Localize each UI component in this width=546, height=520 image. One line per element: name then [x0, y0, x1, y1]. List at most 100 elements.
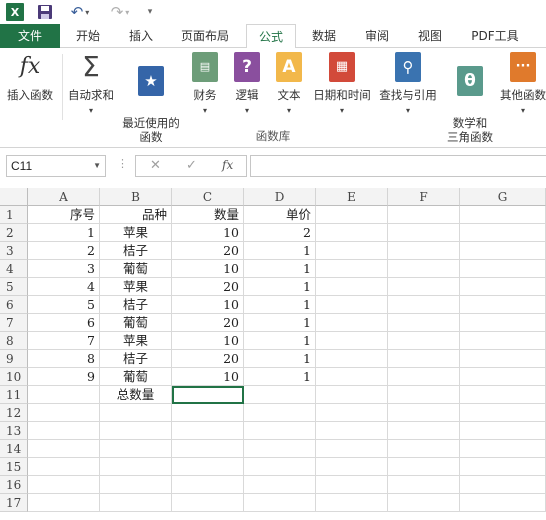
column-header-b[interactable]: B: [100, 188, 172, 206]
cell-f4[interactable]: [388, 260, 460, 278]
cell-f12[interactable]: [388, 404, 460, 422]
cell-b9[interactable]: 桔子: [100, 350, 172, 368]
cell-c13[interactable]: [172, 422, 244, 440]
row-header-14[interactable]: 14: [0, 440, 28, 458]
cell-g9[interactable]: [460, 350, 546, 368]
cell-f6[interactable]: [388, 296, 460, 314]
cell-c16[interactable]: [172, 476, 244, 494]
row-header-15[interactable]: 15: [0, 458, 28, 476]
row-header-1[interactable]: 1: [0, 206, 28, 224]
cell-c15[interactable]: [172, 458, 244, 476]
column-header-g[interactable]: G: [460, 188, 546, 206]
cell-d5[interactable]: 1: [244, 278, 316, 296]
cell-c9[interactable]: 20: [172, 350, 244, 368]
cell-d12[interactable]: [244, 404, 316, 422]
cell-b16[interactable]: [100, 476, 172, 494]
cell-e12[interactable]: [316, 404, 388, 422]
enter-icon[interactable]: ✓: [186, 158, 197, 173]
row-header-16[interactable]: 16: [0, 476, 28, 494]
cell-b7[interactable]: 葡萄: [100, 314, 172, 332]
cell-g10[interactable]: [460, 368, 546, 386]
cell-e14[interactable]: [316, 440, 388, 458]
cell-a16[interactable]: [28, 476, 100, 494]
cell-a4[interactable]: 3: [28, 260, 100, 278]
cell-c12[interactable]: [172, 404, 244, 422]
cell-g7[interactable]: [460, 314, 546, 332]
cell-e13[interactable]: [316, 422, 388, 440]
select-all-corner[interactable]: [0, 188, 28, 206]
cell-a1[interactable]: 序号: [28, 206, 100, 224]
cell-e17[interactable]: [316, 494, 388, 512]
cell-e15[interactable]: [316, 458, 388, 476]
cell-e7[interactable]: [316, 314, 388, 332]
tab-review[interactable]: 审阅: [352, 24, 402, 48]
cell-g5[interactable]: [460, 278, 546, 296]
cell-d15[interactable]: [244, 458, 316, 476]
insert-function-button[interactable]: fx 插入函数: [4, 52, 56, 103]
cell-b6[interactable]: 桔子: [100, 296, 172, 314]
redo-icon[interactable]: ↷ ▾: [106, 3, 134, 21]
row-header-2[interactable]: 2: [0, 224, 28, 242]
cell-g2[interactable]: [460, 224, 546, 242]
cell-a3[interactable]: 2: [28, 242, 100, 260]
row-header-5[interactable]: 5: [0, 278, 28, 296]
cell-f15[interactable]: [388, 458, 460, 476]
row-header-3[interactable]: 3: [0, 242, 28, 260]
cell-a12[interactable]: [28, 404, 100, 422]
cell-a6[interactable]: 5: [28, 296, 100, 314]
column-header-f[interactable]: F: [388, 188, 460, 206]
cell-f17[interactable]: [388, 494, 460, 512]
row-header-7[interactable]: 7: [0, 314, 28, 332]
cell-c2[interactable]: 10: [172, 224, 244, 242]
date-time-button[interactable]: ▦ 日期和时间 ▾: [310, 52, 374, 118]
cell-f3[interactable]: [388, 242, 460, 260]
cell-e11[interactable]: [316, 386, 388, 404]
cell-b10[interactable]: 葡萄: [100, 368, 172, 386]
column-header-c[interactable]: C: [172, 188, 244, 206]
cell-a14[interactable]: [28, 440, 100, 458]
cell-e1[interactable]: [316, 206, 388, 224]
cell-a2[interactable]: 1: [28, 224, 100, 242]
cancel-icon[interactable]: ✕: [150, 158, 161, 173]
cell-c5[interactable]: 20: [172, 278, 244, 296]
tab-insert[interactable]: 插入: [116, 24, 166, 48]
cell-b15[interactable]: [100, 458, 172, 476]
cell-c3[interactable]: 20: [172, 242, 244, 260]
cell-c4[interactable]: 10: [172, 260, 244, 278]
cell-d7[interactable]: 1: [244, 314, 316, 332]
save-icon[interactable]: [36, 3, 54, 21]
cell-g13[interactable]: [460, 422, 546, 440]
cell-f2[interactable]: [388, 224, 460, 242]
cell-e3[interactable]: [316, 242, 388, 260]
cell-d16[interactable]: [244, 476, 316, 494]
cell-c6[interactable]: 10: [172, 296, 244, 314]
cell-e2[interactable]: [316, 224, 388, 242]
row-header-6[interactable]: 6: [0, 296, 28, 314]
tab-view[interactable]: 视图: [404, 24, 456, 48]
insert-function-icon[interactable]: fx: [222, 158, 233, 172]
cell-d17[interactable]: [244, 494, 316, 512]
cell-a5[interactable]: 4: [28, 278, 100, 296]
more-functions-button[interactable]: ··· 其他函数 ▾: [500, 52, 546, 118]
cell-f10[interactable]: [388, 368, 460, 386]
cell-b4[interactable]: 葡萄: [100, 260, 172, 278]
cell-d3[interactable]: 1: [244, 242, 316, 260]
cell-f11[interactable]: [388, 386, 460, 404]
row-header-9[interactable]: 9: [0, 350, 28, 368]
cell-g16[interactable]: [460, 476, 546, 494]
cell-e10[interactable]: [316, 368, 388, 386]
text-button[interactable]: A 文本 ▾: [272, 52, 306, 118]
cell-e9[interactable]: [316, 350, 388, 368]
cell-g12[interactable]: [460, 404, 546, 422]
cell-c10[interactable]: 10: [172, 368, 244, 386]
cell-d9[interactable]: 1: [244, 350, 316, 368]
cell-b3[interactable]: 桔子: [100, 242, 172, 260]
cell-c11[interactable]: [172, 386, 244, 404]
cell-b13[interactable]: [100, 422, 172, 440]
tab-home[interactable]: 开始: [62, 24, 114, 48]
cell-b12[interactable]: [100, 404, 172, 422]
resize-handle-icon[interactable]: ⋮: [117, 157, 128, 170]
cell-e4[interactable]: [316, 260, 388, 278]
cell-b17[interactable]: [100, 494, 172, 512]
tab-data[interactable]: 数据: [298, 24, 350, 48]
